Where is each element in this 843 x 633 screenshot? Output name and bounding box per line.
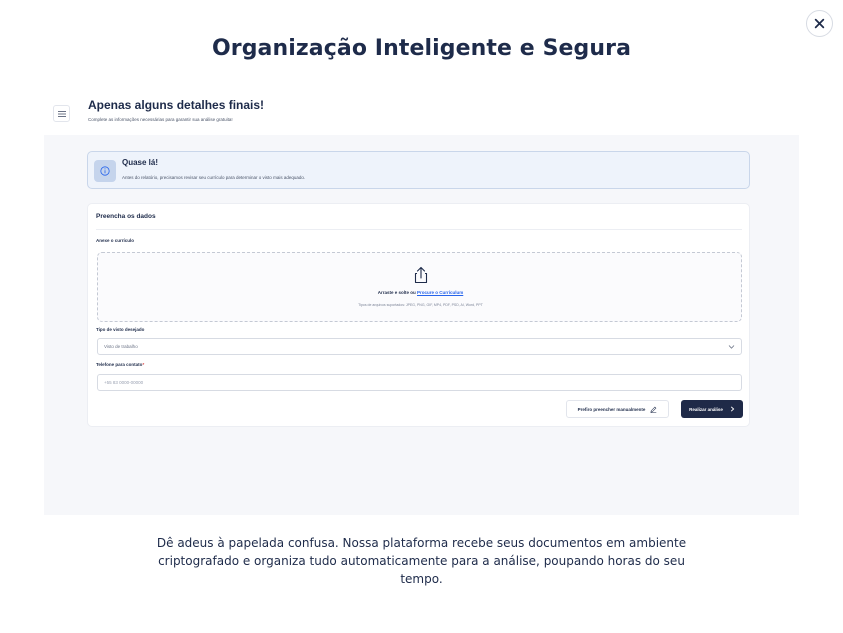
resume-label: Anexe o currículo [96,238,135,243]
close-icon [814,18,825,29]
modal-title: Organização Inteligente e Segura [211,36,632,61]
modal-description: Dê adeus à papelada confusa. Nossa plata… [156,536,687,586]
preview-subtitle: Complete as informações necessárias para… [88,117,233,122]
visa-type-select[interactable]: Visto de trabalho [97,338,742,355]
form-title: Preencha os dados [96,213,156,220]
upload-icon [414,266,428,284]
preview-title: Apenas alguns detalhes finais! [88,98,265,112]
phone-label-text: Telefone para contato [96,362,143,367]
close-button[interactable] [806,10,833,37]
fill-manually-button[interactable]: Prefiro preencher manualmente [566,400,669,418]
form-card: Preencha os dados Anexe o currículo Arra… [87,203,750,427]
chevron-right-icon [730,406,735,412]
drop-text: Arraste e solte ou Procure o Currículum [98,290,743,295]
required-marker: * [142,362,145,367]
notice-text: Antes do relatório, precisamos revisar s… [122,175,306,180]
phone-input[interactable] [97,374,742,391]
info-icon [100,166,110,176]
submit-analysis-button[interactable]: Realizar análise [681,400,743,418]
form-preview: Apenas alguns detalhes finais! Complete … [44,92,799,515]
pencil-icon [650,406,657,413]
submit-analysis-label: Realizar análise [689,406,723,412]
visa-type-value: Visto de trabalho [104,344,138,349]
menu-button[interactable] [53,105,70,122]
fill-manually-label: Prefiro preencher manualmente [577,406,646,412]
resume-dropzone[interactable]: Arraste e solte ou Procure o Currículum … [97,252,742,322]
notice-banner: Quase lá! Antes do relatório, precisamos… [87,151,750,189]
chevron-down-icon [728,345,735,349]
drop-instruction: Arraste e solte ou [377,290,416,295]
file-types-hint: Tipos de arquivos suportados: JPEG, PNG,… [358,303,483,307]
notice-title: Quase lá! [122,158,159,167]
visa-type-label: Tipo de visto desejado [96,327,145,332]
preview-header: Apenas alguns detalhes finais! Complete … [44,92,799,135]
phone-label: Telefone para contato* [96,362,144,367]
form-divider [96,229,742,230]
menu-icon [57,110,66,117]
browse-resume-link[interactable]: Procure o Currículum [417,290,463,295]
info-icon-box [94,160,116,182]
